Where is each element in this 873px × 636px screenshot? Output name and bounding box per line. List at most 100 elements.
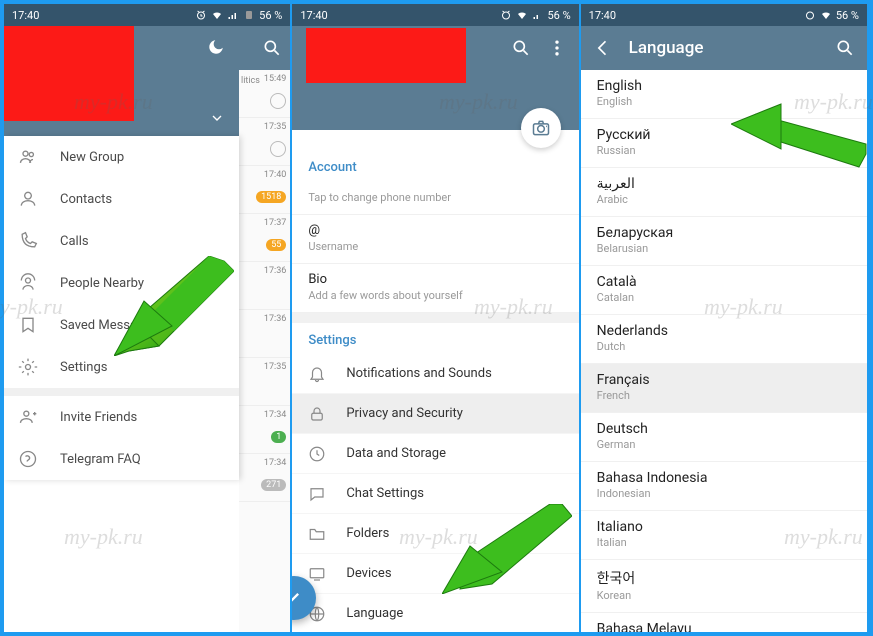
status-time: 17:40: [300, 9, 327, 22]
language-item[interactable]: ItalianoItalian: [581, 511, 867, 560]
language-item[interactable]: FrançaisFrench: [581, 364, 867, 413]
language-header: Language: [581, 26, 867, 70]
menu-label: New Group: [60, 150, 124, 165]
language-item[interactable]: БеларускаяBelarusian: [581, 217, 867, 266]
language-english: German: [597, 438, 851, 451]
account-section-title: Account: [292, 150, 578, 181]
arrow-russian: [731, 99, 869, 169]
wifi-icon: [516, 9, 528, 21]
wifi-icon: [211, 9, 223, 21]
language-item[interactable]: DeutschGerman: [581, 413, 867, 462]
menu-contacts[interactable]: Contacts: [4, 178, 239, 220]
language-english: Catalan: [597, 291, 851, 304]
signal-icon: [532, 9, 544, 21]
camera-icon: [531, 118, 551, 138]
menu-telegram-faq[interactable]: Telegram FAQ: [4, 438, 239, 480]
person-icon: [18, 189, 38, 209]
panel-drawer: 17:40 56 % 15:49litics 17:35 17:401518 1…: [4, 4, 292, 632]
group-icon: [18, 147, 38, 167]
redacted-profile: [306, 28, 466, 83]
phone-field[interactable]: Tap to change phone number: [292, 181, 578, 215]
language-english: Arabic: [597, 193, 851, 206]
add-person-icon: [18, 407, 38, 427]
search-icon[interactable]: [835, 38, 855, 58]
devices-icon: [308, 565, 326, 583]
language-item[interactable]: 한국어Korean: [581, 560, 867, 613]
signal-icon: [227, 9, 239, 21]
menu-invite-friends[interactable]: Invite Friends: [4, 396, 239, 438]
redacted-avatar: [4, 26, 134, 121]
status-time: 17:40: [589, 9, 616, 22]
alarm-icon: [195, 9, 207, 21]
settings-section-title: Settings: [292, 323, 578, 354]
language-native: Bahasa Indonesia: [597, 470, 851, 486]
language-native: Italiano: [597, 519, 851, 535]
language-english: Korean: [597, 589, 851, 602]
row-privacy[interactable]: Privacy and Security: [292, 394, 578, 434]
lock-icon: [308, 405, 326, 423]
language-item[interactable]: Bahasa MelayuMalay: [581, 613, 867, 632]
status-bar: 17:40 56 %: [292, 4, 578, 26]
menu-label: Settings: [60, 360, 107, 375]
row-language[interactable]: Language: [292, 594, 578, 632]
back-icon[interactable]: [593, 38, 613, 58]
language-native: Беларуская: [597, 225, 851, 241]
bio-field[interactable]: Bio Add a few words about yourself: [292, 264, 578, 313]
language-native: 한국어: [597, 568, 851, 588]
no-sim-icon: [243, 9, 255, 21]
language-native: Français: [597, 372, 851, 388]
language-native: العربية: [597, 176, 851, 192]
panel-settings: 17:40 56 % Account: [292, 4, 580, 632]
battery-text: 56 %: [259, 9, 282, 22]
menu-label: Contacts: [60, 192, 112, 207]
username-field[interactable]: @ Username: [292, 215, 578, 264]
language-item[interactable]: NederlandsDutch: [581, 315, 867, 364]
night-mode-icon[interactable]: [207, 38, 225, 60]
camera-button[interactable]: [521, 108, 561, 148]
language-native: Bahasa Melayu: [597, 621, 851, 632]
phone-hint: Tap to change phone number: [308, 191, 562, 204]
phone-icon: [18, 231, 38, 251]
panel-language: 17:40 56 % Language EnglishEnglishРусски…: [581, 4, 869, 632]
language-english: Italian: [597, 536, 851, 549]
language-item[interactable]: Bahasa IndonesiaIndonesian: [581, 462, 867, 511]
chat-icon: [308, 485, 326, 503]
chat-list-bg: 15:49litics 17:35 17:401518 17:3755 17:3…: [239, 26, 290, 632]
language-item[interactable]: CatalàCatalan: [581, 266, 867, 315]
status-bar: 17:40 56 %: [4, 4, 290, 26]
arrow-settings: [114, 256, 234, 356]
language-native: English: [597, 78, 851, 94]
page-title: Language: [629, 38, 819, 58]
more-icon[interactable]: [547, 38, 567, 58]
alarm-icon: [500, 9, 512, 21]
nearby-icon: [18, 273, 38, 293]
language-native: Deutsch: [597, 421, 851, 437]
menu-label: Telegram FAQ: [60, 452, 141, 467]
alarm-icon: [804, 9, 816, 21]
status-bar: 17:40 56 %: [581, 4, 867, 26]
language-english: Dutch: [597, 340, 851, 353]
language-native: Nederlands: [597, 323, 851, 339]
battery-text: 56 %: [836, 9, 859, 22]
pencil-icon: [292, 588, 304, 608]
language-english: French: [597, 389, 851, 402]
help-icon: [18, 449, 38, 469]
language-english: Indonesian: [597, 487, 851, 500]
menu-label: Invite Friends: [60, 410, 137, 425]
bookmark-icon: [18, 315, 38, 335]
row-data[interactable]: Data and Storage: [292, 434, 578, 474]
chevron-down-icon[interactable]: [209, 110, 225, 130]
wifi-icon: [820, 9, 832, 21]
battery-text: 56 %: [548, 9, 571, 22]
folder-icon: [308, 525, 326, 543]
row-notifications[interactable]: Notifications and Sounds: [292, 354, 578, 394]
menu-label: Calls: [60, 234, 89, 249]
language-item[interactable]: العربيةArabic: [581, 168, 867, 217]
search-icon[interactable]: [262, 38, 282, 58]
drawer-header: [4, 26, 239, 136]
search-icon[interactable]: [511, 38, 531, 58]
data-icon: [308, 445, 326, 463]
gear-icon: [18, 357, 38, 377]
menu-new-group[interactable]: New Group: [4, 136, 239, 178]
language-english: Belarusian: [597, 242, 851, 255]
